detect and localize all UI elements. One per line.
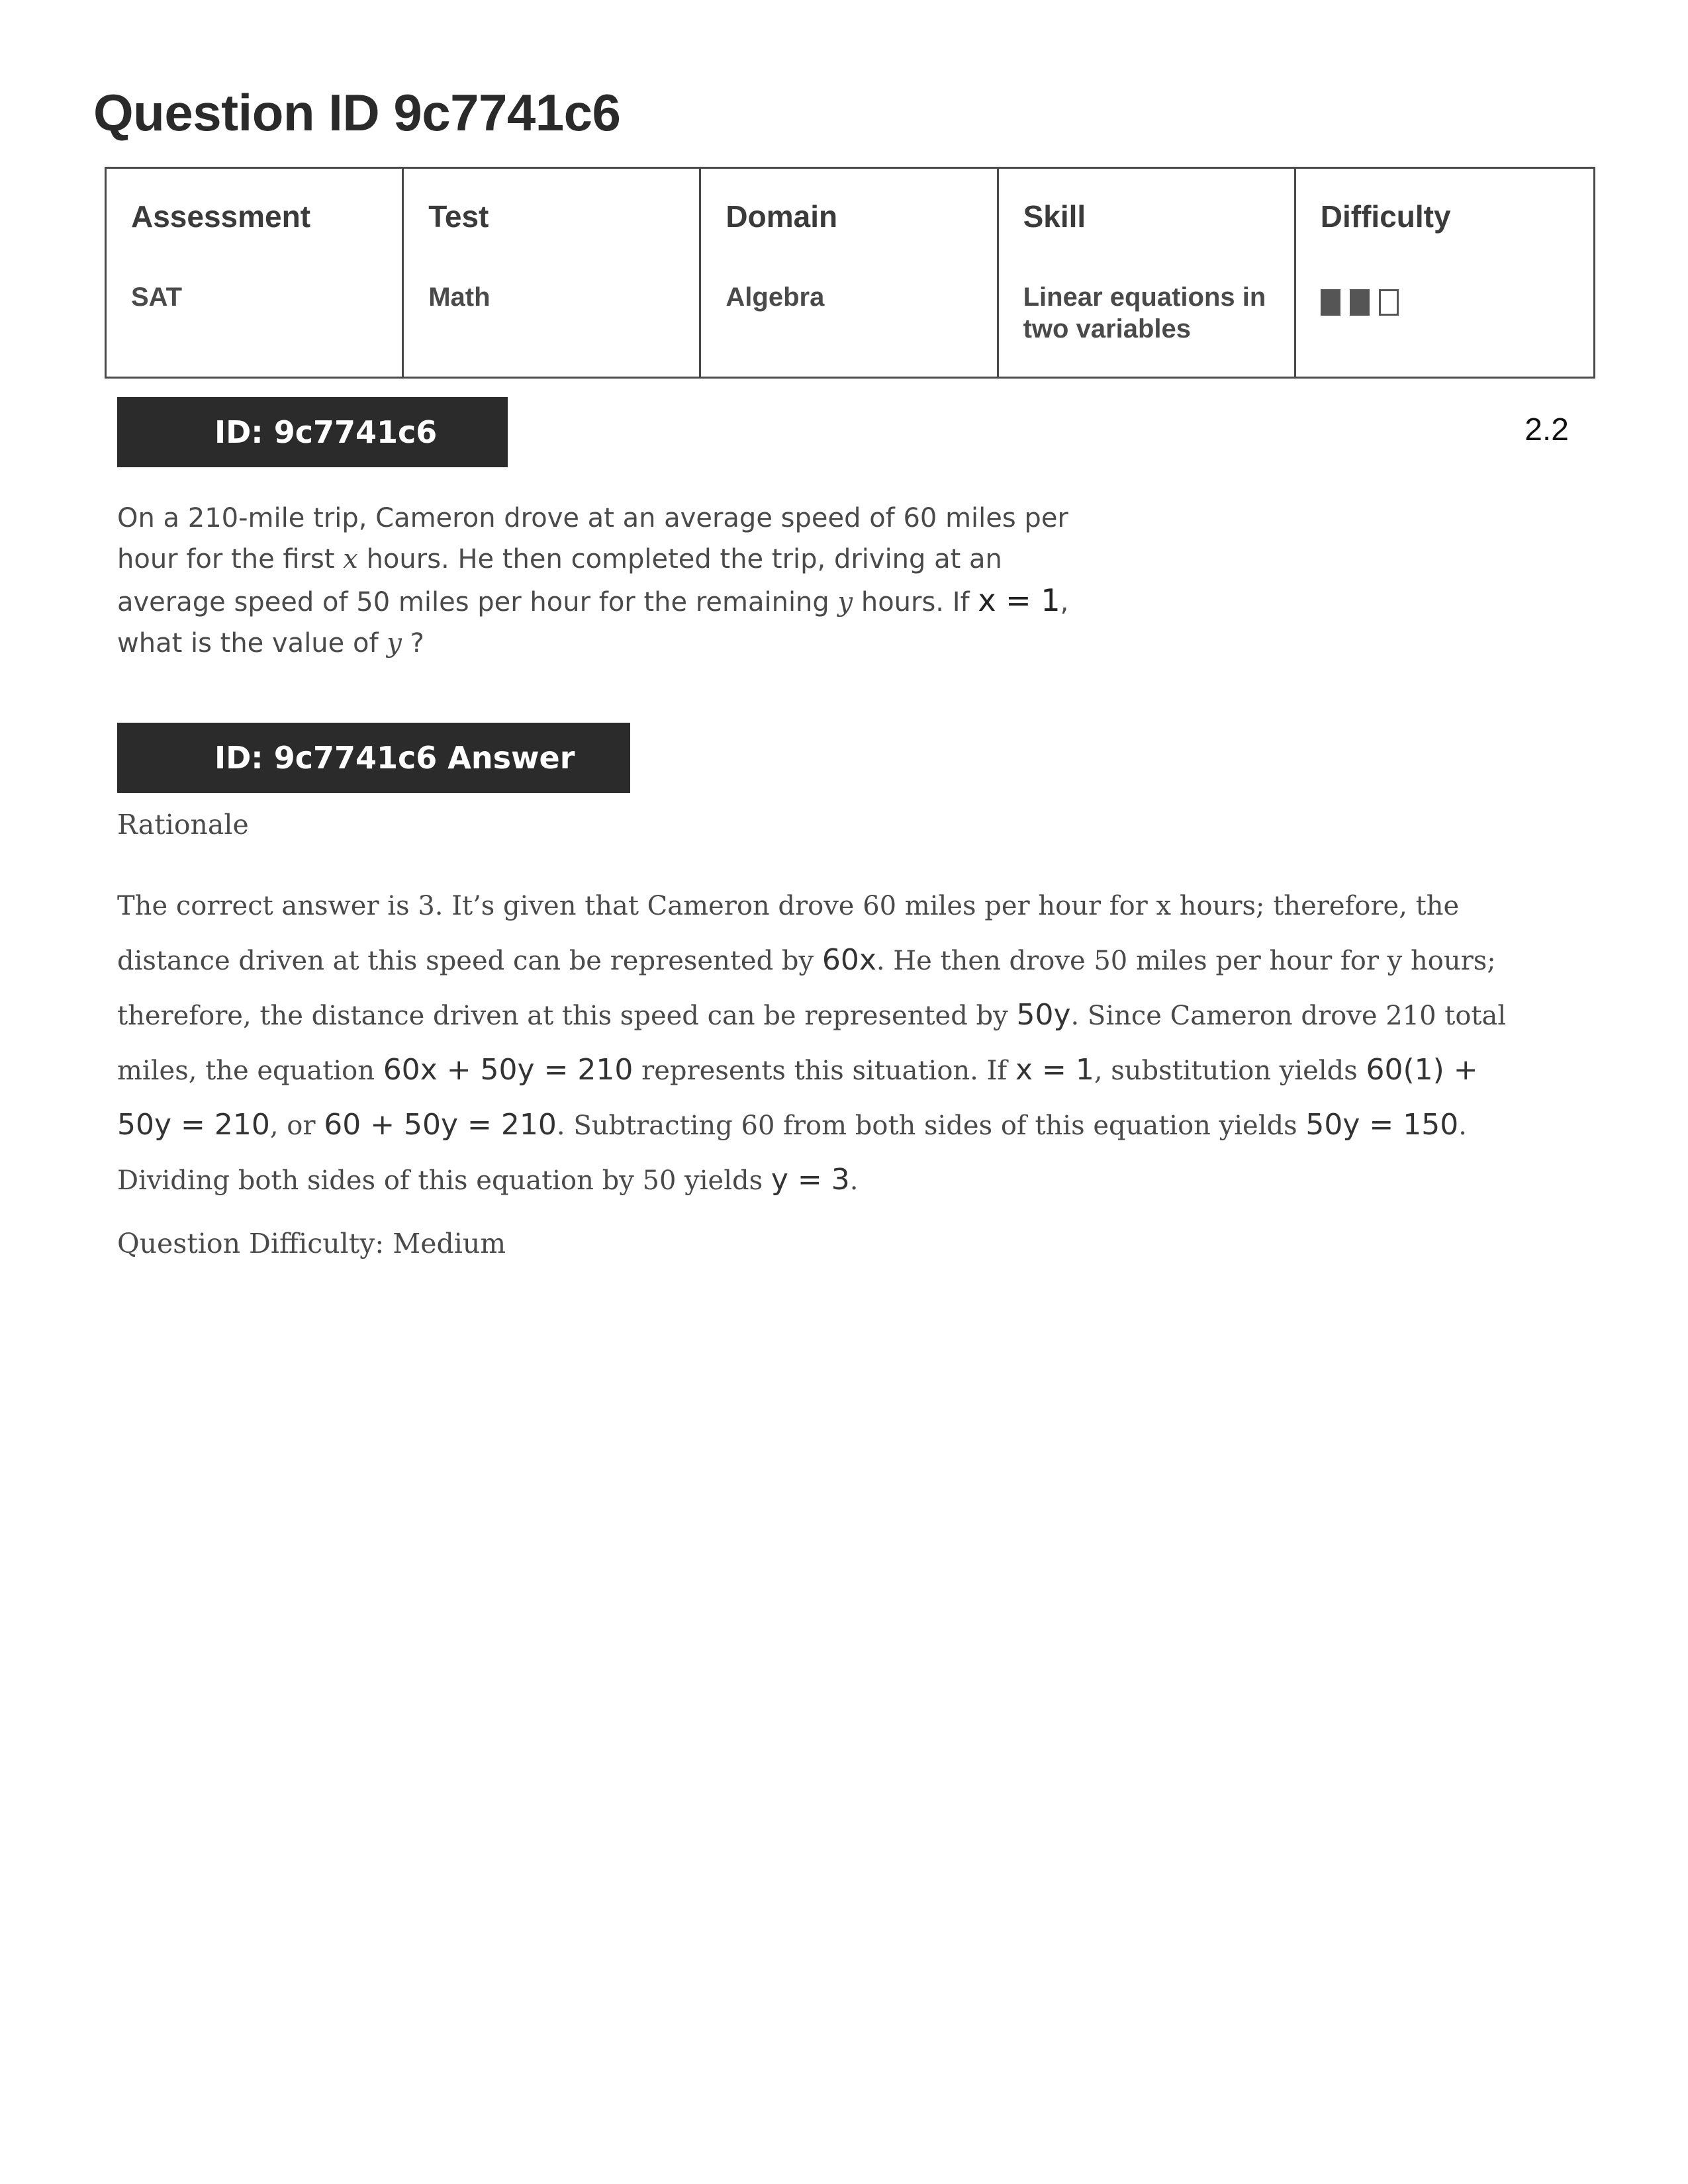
question-difficulty: Question Difficulty: Medium [117,1228,506,1259]
rationale-text: The correct answer is 3. It’s given that… [117,891,1507,1197]
page-title: Question ID 9c7741c6 [93,83,621,142]
difficulty-box-empty [1378,289,1399,316]
difficulty-column: Difficulty [1296,169,1593,377]
answer-id-bar: ID: 9c7741c6 Answer [117,723,630,793]
assessment-column: Assessment SAT [107,169,404,377]
math-expression: 50y = 150 [1305,1108,1459,1142]
difficulty-box-filled [1349,289,1370,316]
math-expression: 60 + 50y = 210 [324,1108,557,1142]
rationale-label: Rationale [117,809,249,841]
math-expression: y = 3 [771,1163,850,1197]
skill-value: Linear equations in two variables [1023,283,1266,343]
metadata-table: Assessment SAT Test Math Domain Algebra … [105,167,1595,379]
math-variable: y [837,587,853,617]
test-column: Test Math [404,169,702,377]
domain-column: Domain Algebra [701,169,999,377]
assessment-header: Assessment [131,199,311,234]
difficulty-indicator [1320,289,1593,316]
difficulty-header: Difficulty [1320,199,1451,234]
domain-value: Algebra [726,283,825,312]
math-expression: x = 1 [978,582,1060,618]
math-expression: 60x [821,943,876,977]
difficulty-box-filled [1320,289,1340,316]
skill-column: Skill Linear equations in two variables [999,169,1296,377]
skill-header: Skill [1023,199,1086,234]
math-variable: y [387,628,402,659]
assessment-value: SAT [131,283,183,312]
version-number: 2.2 [1524,412,1569,447]
test-value: Math [428,283,491,312]
domain-header: Domain [726,199,838,234]
math-expression: 60x + 50y = 210 [383,1053,633,1087]
question-text: On a 210-mile trip, Cameron drove at an … [117,503,1069,659]
question-id-bar: ID: 9c7741c6 [117,397,508,467]
test-header: Test [428,199,489,234]
math-expression: 50y [1016,998,1071,1032]
math-variable: x [343,544,358,574]
math-expression: x = 1 [1015,1053,1094,1087]
